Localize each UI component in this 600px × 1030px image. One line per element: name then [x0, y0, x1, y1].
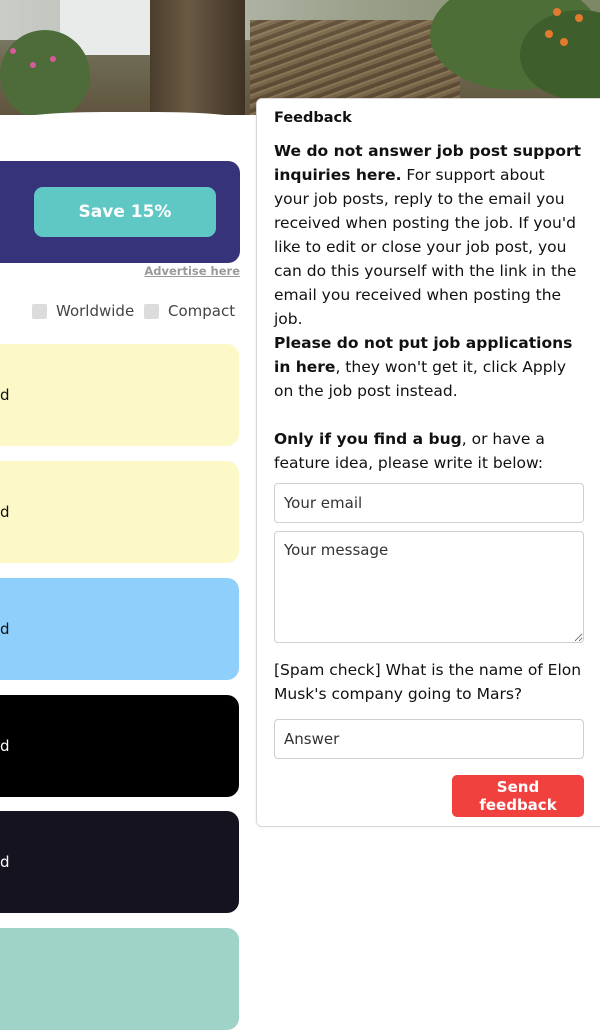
worldwide-label: Worldwide [56, 302, 135, 320]
job-card-text: d [0, 620, 10, 638]
job-card[interactable]: d [0, 344, 239, 446]
spam-answer-field[interactable] [274, 719, 584, 759]
spam-check-question: [Spam check] What is the name of Elon Mu… [274, 661, 582, 703]
compact-label: Compact [168, 302, 236, 320]
filter-compact[interactable]: Compact [144, 302, 235, 320]
job-card-text: d [0, 503, 10, 521]
job-card-text: d [0, 853, 10, 871]
job-card[interactable]: d [0, 578, 239, 680]
worldwide-checkbox[interactable] [32, 303, 47, 319]
job-card-text: d [0, 737, 10, 755]
compact-checkbox[interactable] [144, 303, 159, 319]
advertise-here-link[interactable]: Advertise here [140, 264, 240, 278]
message-field[interactable] [274, 531, 584, 643]
feedback-title: Feedback [274, 110, 352, 126]
support-notice: We do not answer job post support inquir… [274, 139, 584, 331]
job-card-text: d [0, 386, 10, 404]
send-feedback-button[interactable]: Send feedback [452, 775, 584, 817]
job-card[interactable]: d [0, 695, 239, 797]
support-notice-text: For support about your job posts, reply … [274, 166, 577, 328]
job-card[interactable]: d [0, 461, 239, 563]
applications-notice: Please do not put job applications in he… [274, 331, 584, 403]
bug-notice: Only if you find a bug, or have a featur… [274, 427, 584, 475]
bug-notice-bold: Only if you find a bug [274, 430, 462, 448]
save-15-button[interactable]: Save 15% [34, 187, 216, 237]
filter-worldwide[interactable]: Worldwide [32, 302, 134, 320]
email-field[interactable] [274, 483, 584, 523]
job-card[interactable] [0, 928, 239, 1030]
job-card[interactable]: d [0, 811, 239, 913]
